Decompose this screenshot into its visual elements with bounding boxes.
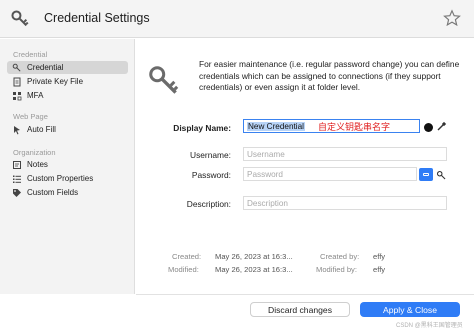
intro-text: For easier maintenance (i.e. regular pas… <box>199 59 460 92</box>
password-label: Password: <box>191 170 231 180</box>
sidebar-item-mfa[interactable]: MFA <box>7 89 128 102</box>
note-icon <box>11 159 23 171</box>
password-placeholder: Password <box>247 169 283 179</box>
sidebar-item-label: Private Key File <box>27 77 84 86</box>
document-icon <box>11 76 23 88</box>
sidebar-item-label: Credential <box>27 63 64 72</box>
display-name-label: Display Name: <box>173 123 231 133</box>
created-value: May 26, 2023 at 16:3... <box>215 252 293 261</box>
created-by-value: effy <box>373 252 386 261</box>
created-label: Created: <box>172 252 202 261</box>
sidebar: Credential Credential Private Key File M… <box>0 39 135 294</box>
sidebar-item-label: Auto Fill <box>27 125 56 134</box>
key-icon[interactable] <box>436 170 447 181</box>
sidebar-item-credential[interactable]: Credential <box>7 61 128 74</box>
dots-icon <box>423 173 429 176</box>
apply-close-button[interactable]: Apply & Close <box>360 302 460 317</box>
key-icon <box>11 62 23 74</box>
footer-divider <box>136 294 474 295</box>
sidebar-item-notes[interactable]: Notes <box>7 158 128 171</box>
created-by-label: Created by: <box>320 252 360 261</box>
watermark: CSDN @黑科王国管理员 <box>396 323 463 329</box>
discard-changes-button[interactable]: Discard changes <box>250 302 350 317</box>
description-field[interactable]: Description <box>243 196 447 210</box>
cursor-icon <box>11 124 23 136</box>
username-label: Username: <box>190 150 231 160</box>
description-placeholder: Description <box>247 198 288 208</box>
modified-label: Modified: <box>168 265 199 274</box>
sidebar-item-label: Custom Fields <box>27 188 79 197</box>
modified-by-value: effy <box>373 265 386 274</box>
key-icon <box>11 10 29 27</box>
sidebar-section-credential: Credential <box>13 50 48 59</box>
sidebar-item-custom-properties[interactable]: Custom Properties <box>7 172 128 185</box>
eyedropper-icon[interactable] <box>436 121 447 132</box>
key-icon <box>149 66 179 94</box>
sidebar-item-private-key-file[interactable]: Private Key File <box>7 75 128 88</box>
display-name-value: New Credential <box>247 121 305 131</box>
sidebar-item-label: Custom Properties <box>27 174 94 183</box>
password-field[interactable]: Password <box>243 167 417 181</box>
sidebar-section-organization: Organization <box>13 148 56 157</box>
sidebar-item-label: Notes <box>27 160 48 169</box>
username-placeholder: Username <box>247 149 285 159</box>
sidebar-item-label: MFA <box>27 91 44 100</box>
modified-value: May 26, 2023 at 16:3... <box>215 265 293 274</box>
description-label: Description: <box>186 199 231 209</box>
sidebar-item-custom-fields[interactable]: Custom Fields <box>7 186 128 199</box>
sidebar-section-web-page: Web Page <box>13 112 48 121</box>
star-icon[interactable] <box>443 9 461 27</box>
color-indicator[interactable] <box>424 123 433 132</box>
display-name-annotation: 自定义钥匙串名字 <box>318 122 391 132</box>
title-bar: Credential Settings <box>0 0 474 38</box>
password-options-button[interactable] <box>419 168 433 181</box>
list-icon <box>11 173 23 185</box>
sidebar-item-auto-fill[interactable]: Auto Fill <box>7 123 128 136</box>
modified-by-label: Modified by: <box>316 265 357 274</box>
username-field[interactable]: Username <box>243 147 447 161</box>
grid-icon <box>11 90 23 102</box>
tag-icon <box>11 187 23 199</box>
window-title: Credential Settings <box>44 11 150 25</box>
